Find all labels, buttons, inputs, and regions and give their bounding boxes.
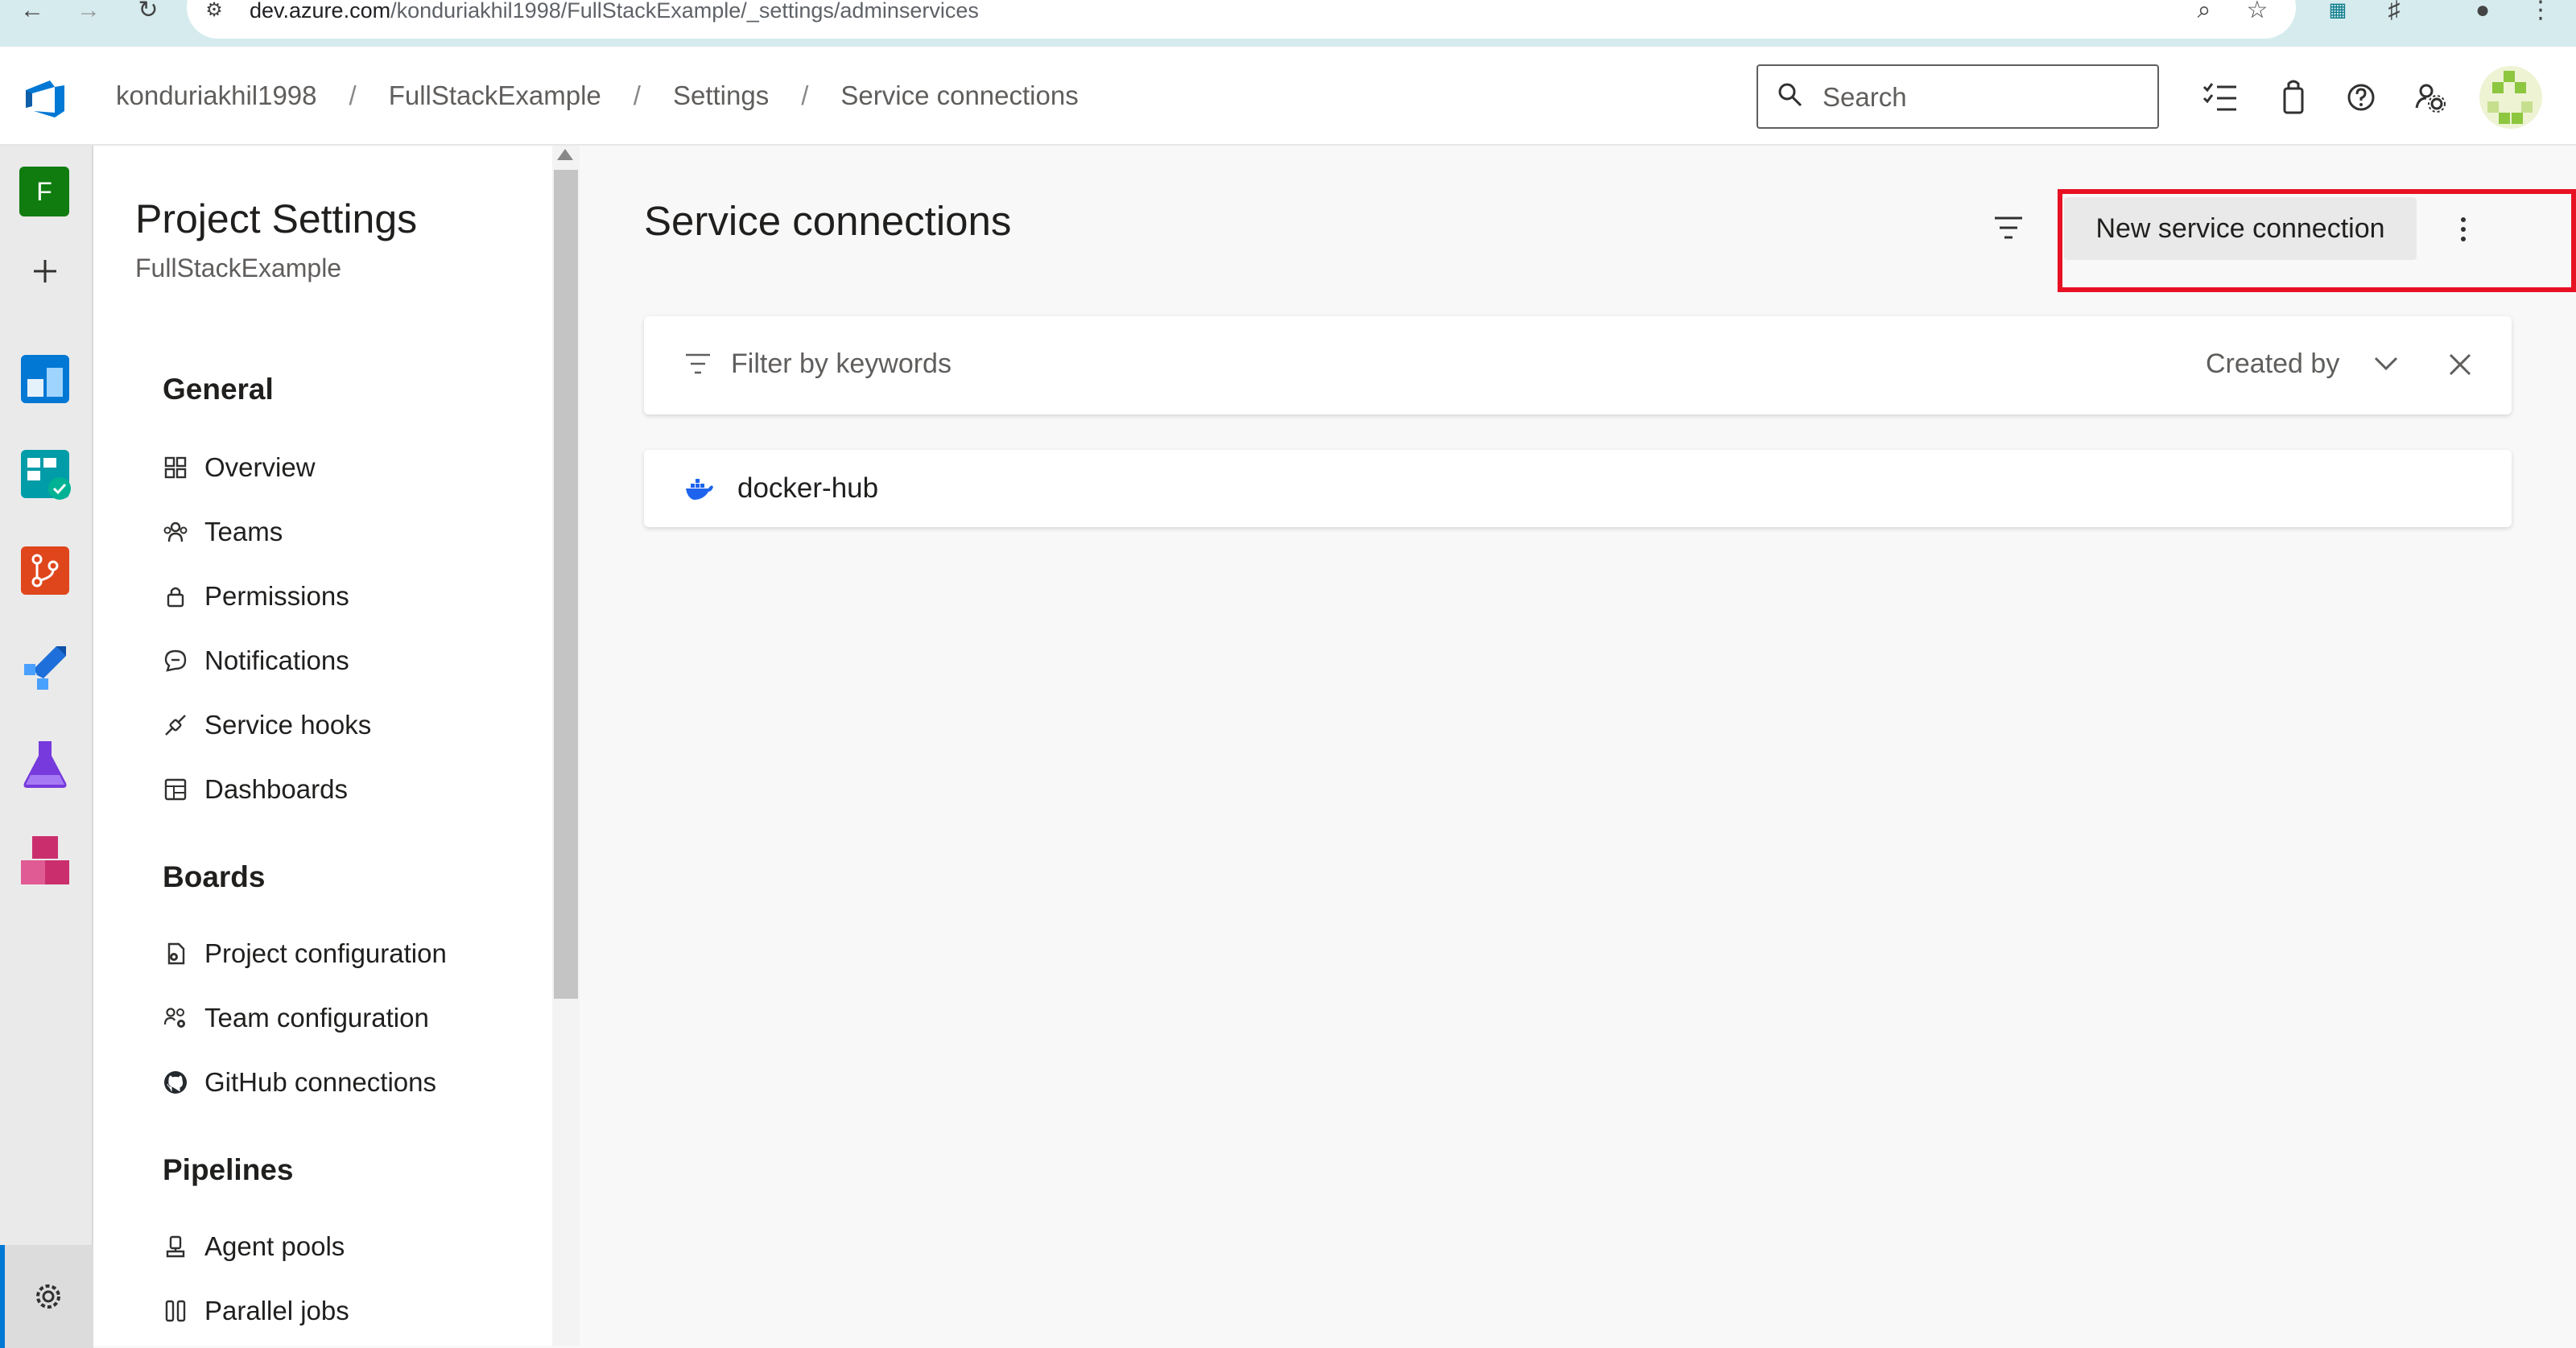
main-content: Service connections New service connecti… [580, 146, 2576, 1346]
artifacts-icon[interactable] [18, 833, 72, 888]
chat-icon [164, 649, 187, 672]
filter-bar: Filter by keywords Created by [644, 316, 2512, 414]
boards-icon[interactable] [18, 447, 72, 501]
breadcrumb-organization[interactable]: konduriakhil1998 [116, 80, 317, 111]
section-pipelines: Pipelines [163, 1153, 294, 1186]
extension-icon[interactable]: ▦ [2322, 0, 2354, 23]
people-gear-icon [163, 1008, 185, 1028]
task-list-icon[interactable] [2201, 77, 2241, 117]
search-placeholder: Search [1823, 82, 1907, 112]
sidebar-item-label: Permissions [204, 581, 349, 611]
back-icon[interactable]: ← [16, 0, 48, 23]
created-by-dropdown[interactable]: Created by [2206, 348, 2339, 380]
gear-icon [36, 1284, 60, 1309]
doc-gear-icon [167, 942, 185, 965]
breadcrumb: konduriakhil1998 / FullStackExample / Se… [116, 80, 1079, 111]
user-settings-icon[interactable] [2410, 77, 2450, 117]
sidebar-item-label: GitHub connections [204, 1067, 436, 1097]
azure-devops-logo-icon[interactable] [23, 77, 68, 119]
zoom-icon[interactable]: ⌕ [2188, 0, 2220, 23]
breadcrumb-service-connections[interactable]: Service connections [840, 80, 1078, 111]
teams-icon [163, 521, 188, 542]
sidebar-item-service-hooks[interactable]: Service hooks [163, 703, 371, 748]
help-icon[interactable] [2341, 77, 2381, 117]
sidebar-item-label: Dashboards [204, 774, 348, 804]
sidebar-item-dashboards[interactable]: Dashboards [163, 767, 348, 812]
url-path: /konduriakhil1998/FullStackExample/_sett… [390, 0, 979, 23]
breadcrumb-settings[interactable]: Settings [673, 80, 769, 111]
sidebar-item-project-configuration[interactable]: Project configuration [163, 931, 447, 976]
sidebar-item-overview[interactable]: Overview [163, 445, 316, 490]
sidebar-item-teams[interactable]: Teams [163, 509, 283, 554]
sidebar-item-label: Project configuration [204, 938, 447, 968]
site-info-icon[interactable]: ⚙ [198, 0, 230, 23]
breadcrumb-separator: / [349, 80, 357, 110]
highlight-box [2058, 189, 2576, 292]
sidebar-item-label: Service hooks [204, 710, 372, 740]
breadcrumb-project[interactable]: FullStackExample [389, 80, 601, 111]
rail-project-settings[interactable] [0, 1245, 93, 1348]
url-host: dev.azure.com [250, 0, 391, 23]
filter-icon [686, 353, 710, 374]
sidebar-item-team-configuration[interactable]: Team configuration [163, 996, 429, 1041]
sidebar-item-label: Agent pools [204, 1231, 345, 1261]
sidebar-scrollbar-thumb[interactable] [554, 170, 578, 999]
forward-icon[interactable]: → [72, 0, 105, 23]
filter-keywords-input[interactable]: Filter by keywords [731, 348, 952, 380]
chevron-down-icon[interactable] [2373, 353, 2399, 374]
add-icon[interactable] [18, 244, 72, 299]
sidebar-item-notifications[interactable]: Notifications [163, 638, 349, 683]
browser-toolbar: ← → ↻ ⚙ dev.azure.com/konduriakhil1998/F… [0, 0, 2576, 47]
sidebar-item-label: Teams [204, 517, 283, 546]
project-tile[interactable]: F [19, 167, 69, 216]
sidebar-item-permissions[interactable]: Permissions [163, 574, 349, 619]
nav-rail: F [0, 146, 93, 1348]
sidebar-item-parallel-jobs[interactable]: Parallel jobs [163, 1288, 349, 1334]
pipelines-icon[interactable] [18, 640, 72, 695]
identicon-icon [2487, 71, 2533, 124]
profile-icon[interactable]: ● [2467, 0, 2499, 23]
repos-icon[interactable] [18, 543, 72, 598]
sidebar-item-label: Parallel jobs [204, 1296, 349, 1325]
bookmark-star-icon[interactable]: ☆ [2241, 0, 2273, 23]
list-item[interactable]: docker-hub [644, 450, 2512, 527]
avatar[interactable] [2479, 66, 2542, 129]
agent-pool-icon [166, 1235, 185, 1258]
settings-sidebar: Project Settings FullStackExample Genera… [93, 146, 580, 1346]
sidebar-item-label: Overview [204, 452, 316, 482]
extensions-puzzle-icon[interactable]: ♯ [2378, 0, 2410, 23]
breadcrumb-separator: / [633, 80, 641, 110]
breadcrumb-separator: / [801, 80, 809, 110]
sidebar-item-label: Team configuration [204, 1003, 429, 1033]
overview-icon [164, 456, 187, 479]
scroll-up-icon[interactable] [557, 149, 573, 160]
test-plans-icon[interactable] [18, 736, 72, 791]
search-input[interactable]: Search [1757, 64, 2159, 129]
search-icon [1778, 83, 1802, 107]
top-header: konduriakhil1998 / FullStackExample / Se… [0, 47, 2576, 146]
reload-icon[interactable]: ↻ [132, 0, 164, 23]
overview-icon[interactable] [18, 352, 72, 406]
sidebar-subtitle: FullStackExample [135, 254, 342, 282]
browser-menu-icon[interactable]: ⋮ [2524, 0, 2557, 23]
section-boards: Boards [163, 860, 266, 893]
page-title: Service connections [644, 198, 1012, 244]
sidebar-title: Project Settings [135, 196, 418, 241]
sidebar-item-label: Notifications [204, 645, 349, 675]
docker-icon [686, 479, 713, 500]
marketplace-bag-icon[interactable] [2273, 77, 2314, 117]
filter-icon[interactable] [1992, 213, 2025, 242]
close-icon[interactable] [2447, 352, 2473, 377]
sidebar-item-agent-pools[interactable]: Agent pools [163, 1224, 345, 1269]
url-text[interactable]: dev.azure.com/konduriakhil1998/FullStack… [250, 0, 979, 23]
plug-icon [165, 715, 186, 736]
parallel-jobs-icon [165, 1300, 186, 1322]
lock-icon [167, 587, 184, 608]
github-icon [164, 1071, 187, 1094]
connection-name: docker-hub [737, 472, 879, 504]
dashboard-icon [164, 778, 187, 801]
section-general: General [163, 373, 274, 406]
sidebar-item-github-connections[interactable]: GitHub connections [163, 1060, 436, 1105]
